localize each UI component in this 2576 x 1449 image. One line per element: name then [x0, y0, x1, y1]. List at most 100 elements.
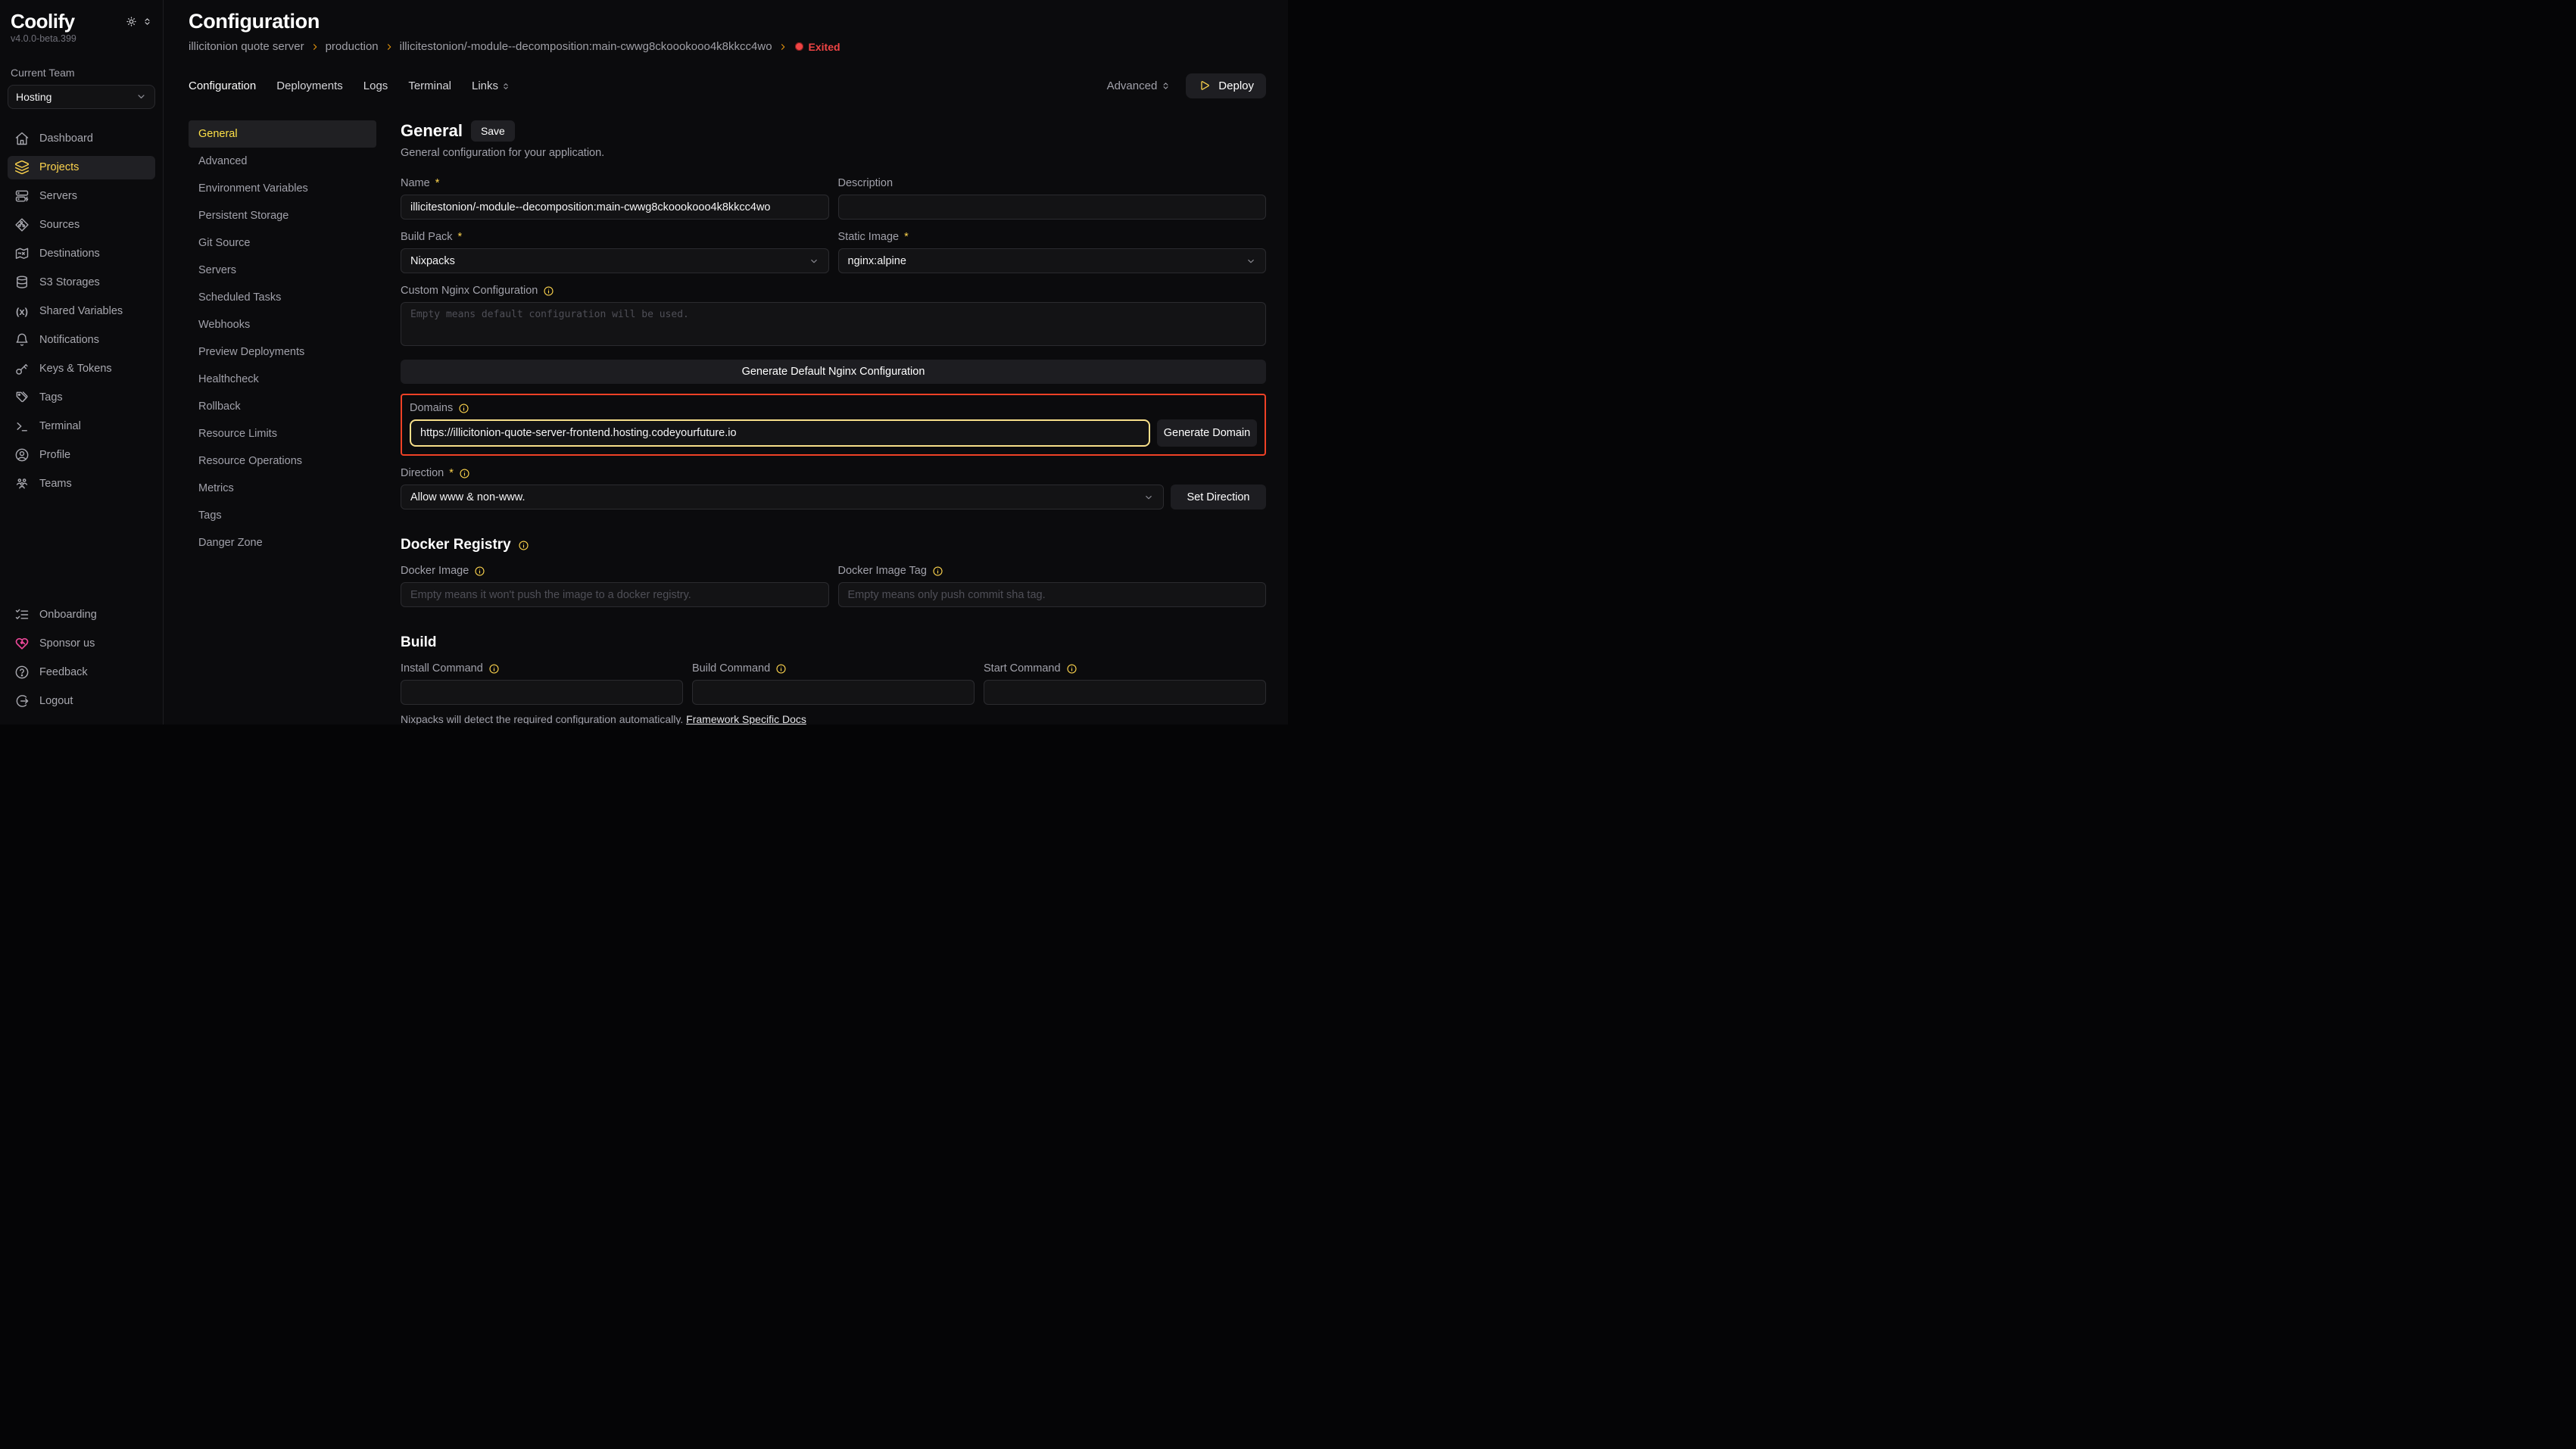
breadcrumb: illicitonion quote server production ill…	[189, 40, 1266, 53]
team-select[interactable]: Hosting	[8, 85, 155, 109]
sidebar-item-shared-variables[interactable]: (x) Shared Variables	[8, 300, 155, 323]
docker-image-input[interactable]	[401, 582, 829, 607]
save-button[interactable]: Save	[471, 120, 515, 142]
info-icon	[775, 663, 787, 675]
sidebar-item-projects[interactable]: Projects	[8, 156, 155, 179]
tab-logs[interactable]: Logs	[363, 79, 388, 92]
config-subnav: General Advanced Environment Variables P…	[189, 120, 376, 556]
chevrons-up-down-icon	[501, 82, 510, 91]
start-command-input[interactable]	[984, 680, 1266, 705]
chevron-down-icon	[1246, 256, 1256, 266]
subnav-item-preview-deployments[interactable]: Preview Deployments	[189, 338, 376, 366]
help-circle-icon	[14, 665, 30, 680]
info-icon	[459, 468, 470, 479]
sidebar-item-keys-tokens[interactable]: Keys & Tokens	[8, 357, 155, 381]
description-input[interactable]	[838, 195, 1267, 220]
status-dot	[795, 42, 803, 51]
sidebar-item-sponsor-us[interactable]: Sponsor us	[8, 631, 155, 655]
theme-toggle-sun-icon[interactable]	[126, 16, 137, 27]
install-command-input[interactable]	[401, 680, 683, 705]
section-title-build: Build	[401, 634, 437, 651]
tags-icon	[14, 390, 30, 405]
custom-nginx-textarea[interactable]	[401, 302, 1266, 346]
subnav-item-resource-limits[interactable]: Resource Limits	[189, 420, 376, 447]
tab-deployments[interactable]: Deployments	[276, 79, 343, 92]
deploy-button[interactable]: Deploy	[1186, 73, 1266, 98]
docker-image-tag-input[interactable]	[838, 582, 1267, 607]
static-image-select[interactable]: nginx:alpine	[838, 248, 1267, 273]
main-area: Configuration illicitonion quote server …	[164, 0, 1288, 724]
build-command-input[interactable]	[692, 680, 975, 705]
play-icon	[1198, 79, 1211, 92]
map-icon	[14, 246, 30, 261]
database-icon	[14, 275, 30, 290]
docker-image-tag-label: Docker Image Tag	[838, 565, 1267, 577]
breadcrumb-environment[interactable]: production	[326, 40, 379, 53]
install-command-label: Install Command	[401, 662, 683, 675]
logout-icon	[14, 693, 30, 709]
info-icon	[518, 540, 529, 551]
sidebar-item-terminal[interactable]: Terminal	[8, 415, 155, 438]
info-icon	[488, 663, 500, 675]
subnav-item-metrics[interactable]: Metrics	[189, 475, 376, 502]
start-command-label: Start Command	[984, 662, 1266, 675]
set-direction-button[interactable]: Set Direction	[1171, 485, 1266, 509]
sidebar-item-tags[interactable]: Tags	[8, 386, 155, 410]
name-input[interactable]	[401, 195, 829, 220]
nixpacks-note: Nixpacks will detect the required config…	[401, 713, 1266, 724]
subnav-item-servers[interactable]: Servers	[189, 257, 376, 284]
generate-nginx-config-button[interactable]: Generate Default Nginx Configuration	[401, 360, 1266, 384]
sidebar-item-s3-storages[interactable]: S3 Storages	[8, 271, 155, 294]
breadcrumb-project[interactable]: illicitonion quote server	[189, 40, 304, 53]
info-icon	[543, 285, 554, 297]
chevron-right-icon	[778, 42, 787, 51]
section-description: General configuration for your applicati…	[401, 147, 1266, 159]
advanced-menu[interactable]: Advanced	[1107, 79, 1171, 92]
checklist-icon	[14, 607, 30, 622]
chevron-down-icon	[1143, 492, 1154, 503]
sidebar-item-destinations[interactable]: Destinations	[8, 242, 155, 266]
breadcrumb-application[interactable]: illicitestonion/-module--decomposition:m…	[400, 40, 772, 53]
chevron-right-icon	[385, 42, 394, 51]
app-logo[interactable]: Coolify	[11, 11, 75, 33]
subnav-item-rollback[interactable]: Rollback	[189, 393, 376, 420]
sidebar-item-profile[interactable]: Profile	[8, 444, 155, 467]
subnav-item-persistent-storage[interactable]: Persistent Storage	[189, 202, 376, 229]
subnav-item-advanced[interactable]: Advanced	[189, 148, 376, 175]
subnav-item-general[interactable]: General	[189, 120, 376, 148]
page-title: Configuration	[189, 10, 1266, 33]
info-icon	[1066, 663, 1077, 675]
bell-icon	[14, 332, 30, 347]
sidebar-item-dashboard[interactable]: Dashboard	[8, 127, 155, 151]
subnav-item-scheduled-tasks[interactable]: Scheduled Tasks	[189, 284, 376, 311]
subnav-item-git-source[interactable]: Git Source	[189, 229, 376, 257]
sidebar-item-servers[interactable]: Servers	[8, 185, 155, 208]
sidebar-item-logout[interactable]: Logout	[8, 689, 155, 712]
subnav-item-webhooks[interactable]: Webhooks	[189, 311, 376, 338]
direction-label: Direction*	[401, 467, 1266, 479]
subnav-item-tags[interactable]: Tags	[189, 502, 376, 529]
users-icon	[14, 476, 30, 491]
subnav-item-environment-variables[interactable]: Environment Variables	[189, 175, 376, 202]
sidebar-item-notifications[interactable]: Notifications	[8, 329, 155, 352]
tab-configuration[interactable]: Configuration	[189, 79, 256, 92]
theme-selector-chevrons-icon[interactable]	[142, 17, 152, 26]
sidebar-item-feedback[interactable]: Feedback	[8, 660, 155, 684]
sidebar-item-sources[interactable]: Sources	[8, 213, 155, 237]
sidebar-item-onboarding[interactable]: Onboarding	[8, 603, 155, 626]
subnav-item-healthcheck[interactable]: Healthcheck	[189, 366, 376, 393]
key-icon	[14, 361, 30, 376]
tab-terminal[interactable]: Terminal	[408, 79, 451, 92]
domains-input[interactable]	[410, 419, 1150, 447]
info-icon	[458, 403, 469, 414]
subnav-item-danger-zone[interactable]: Danger Zone	[189, 529, 376, 556]
build-pack-select[interactable]: Nixpacks	[401, 248, 829, 273]
generate-domain-button[interactable]: Generate Domain	[1157, 419, 1257, 447]
framework-docs-link[interactable]: Framework Specific Docs	[686, 713, 806, 724]
direction-select[interactable]: Allow www & non-www.	[401, 485, 1164, 509]
tab-links[interactable]: Links	[472, 79, 510, 92]
subnav-item-resource-operations[interactable]: Resource Operations	[189, 447, 376, 475]
sidebar-item-teams[interactable]: Teams	[8, 472, 155, 496]
home-icon	[14, 131, 30, 146]
heart-icon	[14, 636, 30, 651]
